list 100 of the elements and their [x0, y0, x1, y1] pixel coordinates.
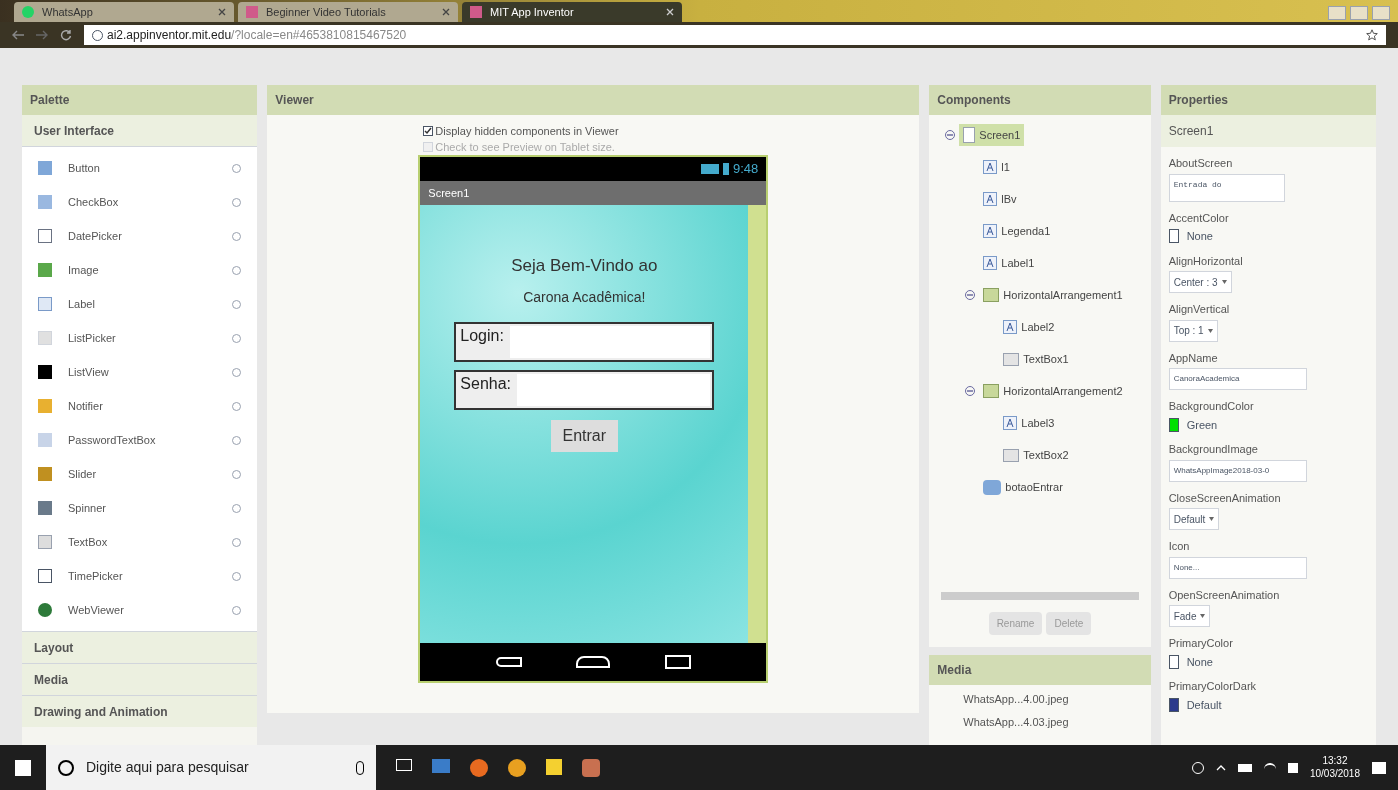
back-icon[interactable]: [12, 30, 24, 40]
property-field[interactable]: CanoraAcademica: [1168, 368, 1307, 390]
property-dropdown[interactable]: Fade: [1168, 605, 1211, 627]
property-label: PrimaryColor: [1168, 636, 1234, 651]
property-dropdown[interactable]: Top : 1: [1168, 319, 1218, 342]
property-field[interactable]: WhatsAppImage2018-03-0: [1168, 459, 1307, 482]
star-icon[interactable]: [1366, 29, 1378, 41]
media-file[interactable]: WhatsApp...4.03.jpeg: [929, 707, 1151, 730]
app-icon: [246, 6, 258, 18]
palette-section-header[interactable]: Media: [22, 663, 258, 695]
browser-tab[interactable]: MIT App Inventor: [462, 2, 682, 22]
property-label: OpenScreenAnimation: [1168, 587, 1281, 603]
collapse-toggle[interactable]: [965, 290, 976, 300]
reload-icon[interactable]: [60, 29, 72, 41]
color-swatch[interactable]: [1168, 417, 1179, 432]
component-tree-item[interactable]: Legenda1: [979, 219, 1055, 243]
palette-item[interactable]: Spinner: [22, 491, 258, 525]
task-view-icon[interactable]: [396, 758, 412, 771]
palette-item[interactable]: Image: [22, 253, 258, 287]
palette-item[interactable]: ListPicker: [22, 321, 258, 355]
component-tree-item[interactable]: TextBox2: [999, 443, 1073, 467]
url-path: /?locale=en#4653810815467520: [231, 27, 407, 44]
close-icon[interactable]: [442, 8, 450, 16]
checkbox-label: Display hidden components in Viewer: [435, 123, 619, 139]
components-header: Components: [929, 85, 1151, 115]
checkbox[interactable]: [423, 126, 434, 136]
app-taskbar-icon[interactable]: [582, 758, 600, 777]
property-label: CloseScreenAnimation: [1168, 490, 1282, 506]
color-value: Default: [1186, 697, 1222, 713]
datepicker-component-icon: [38, 229, 52, 243]
close-icon[interactable]: [218, 8, 226, 16]
caret-icon: [1221, 280, 1227, 284]
color-swatch[interactable]: [1168, 229, 1179, 244]
label-component-icon: [38, 297, 52, 311]
media-file[interactable]: WhatsApp...4.00.jpeg: [929, 685, 1151, 708]
color-value: None: [1186, 654, 1213, 670]
color-swatch[interactable]: [1168, 697, 1179, 712]
forward-icon[interactable]: [36, 30, 48, 40]
textbox-component-icon: [38, 535, 52, 549]
selected-component-name: Screen1: [1160, 115, 1376, 147]
palette-item[interactable]: WebViewer: [22, 593, 258, 627]
palette-item[interactable]: TextBox: [22, 525, 258, 559]
palette-item[interactable]: Label: [22, 287, 258, 321]
component-tree-item[interactable]: HorizontalArrangement2: [979, 379, 1127, 403]
collapse-toggle[interactable]: [965, 386, 976, 396]
about-screen-field[interactable]: Entrada do: [1168, 173, 1285, 202]
timepicker-component-icon: [38, 569, 52, 583]
property-label: AlignHorizontal: [1168, 253, 1244, 269]
component-tree-item[interactable]: botaoEntrar: [979, 475, 1067, 499]
browser-tab[interactable]: Beginner Video Tutorials: [238, 2, 458, 22]
component-tree-item[interactable]: Label1: [979, 251, 1039, 275]
component-tree-item[interactable]: Screen1: [959, 123, 1025, 147]
browser-tab[interactable]: WhatsApp: [14, 2, 234, 22]
back-nav-icon[interactable]: [495, 657, 522, 667]
recents-nav-icon[interactable]: [664, 655, 691, 669]
component-tree-item[interactable]: HorizontalArrangement1: [979, 283, 1127, 307]
text-input[interactable]: [517, 373, 711, 406]
listpicker-component-icon: [38, 331, 52, 345]
field-label: Login:: [459, 325, 505, 346]
palette-item[interactable]: Notifier: [22, 389, 258, 423]
caret-icon: [1207, 328, 1213, 333]
palette-section-header[interactable]: User Interface: [22, 115, 258, 147]
palette-section-header[interactable]: Layout: [22, 631, 258, 663]
palette-header: Palette: [22, 85, 258, 115]
palette-item[interactable]: Button: [22, 151, 258, 185]
component-tree-item[interactable]: l1: [979, 155, 1014, 179]
component-tree-item[interactable]: Label2: [999, 315, 1059, 339]
property-label: Icon: [1168, 539, 1191, 554]
url-host: ai2.appinventor.mit.edu: [107, 27, 232, 44]
password-component-icon: [38, 433, 52, 447]
property-field[interactable]: None...: [1168, 556, 1307, 579]
clock-time: 13:32: [1322, 755, 1348, 768]
palette-item[interactable]: PasswordTextBox: [22, 423, 258, 457]
property-dropdown[interactable]: Center : 3: [1168, 271, 1232, 293]
property-label: AccentColor: [1168, 210, 1230, 226]
enter-button[interactable]: Entrar: [550, 419, 619, 452]
color-swatch[interactable]: [1168, 654, 1179, 669]
component-tree-item[interactable]: TextBox1: [999, 347, 1073, 371]
text-input[interactable]: [509, 325, 711, 358]
webviewer-component-icon: [38, 603, 52, 617]
app-title-bar: Screen1: [420, 181, 767, 205]
palette-item[interactable]: DatePicker: [22, 219, 258, 253]
palette-item[interactable]: Slider: [22, 457, 258, 491]
viewer-header: Viewer: [267, 85, 920, 115]
component-tree-item[interactable]: lBv: [979, 187, 1021, 211]
spinner-component-icon: [38, 501, 52, 515]
arrangement-icon: [983, 288, 1000, 302]
palette-item[interactable]: ListView: [22, 355, 258, 389]
app-icon: [470, 6, 482, 18]
property-dropdown[interactable]: Default: [1168, 508, 1220, 530]
palette-item[interactable]: CheckBox: [22, 185, 258, 219]
collapse-toggle[interactable]: [945, 130, 956, 140]
component-tree-item[interactable]: Label3: [999, 411, 1059, 435]
taskbar-search-field[interactable]: Digite aqui para pesquisar: [46, 745, 376, 790]
media-header: Media: [929, 655, 1151, 685]
home-nav-icon[interactable]: [576, 656, 611, 668]
palette-item[interactable]: TimePicker: [22, 559, 258, 593]
palette-section-header[interactable]: Drawing and Animation: [22, 695, 258, 727]
address-bar[interactable]: ai2.appinventor.mit.edu/?locale=en#4653810815467520: [84, 25, 1386, 45]
horizontal-scrollbar[interactable]: [941, 592, 1139, 600]
